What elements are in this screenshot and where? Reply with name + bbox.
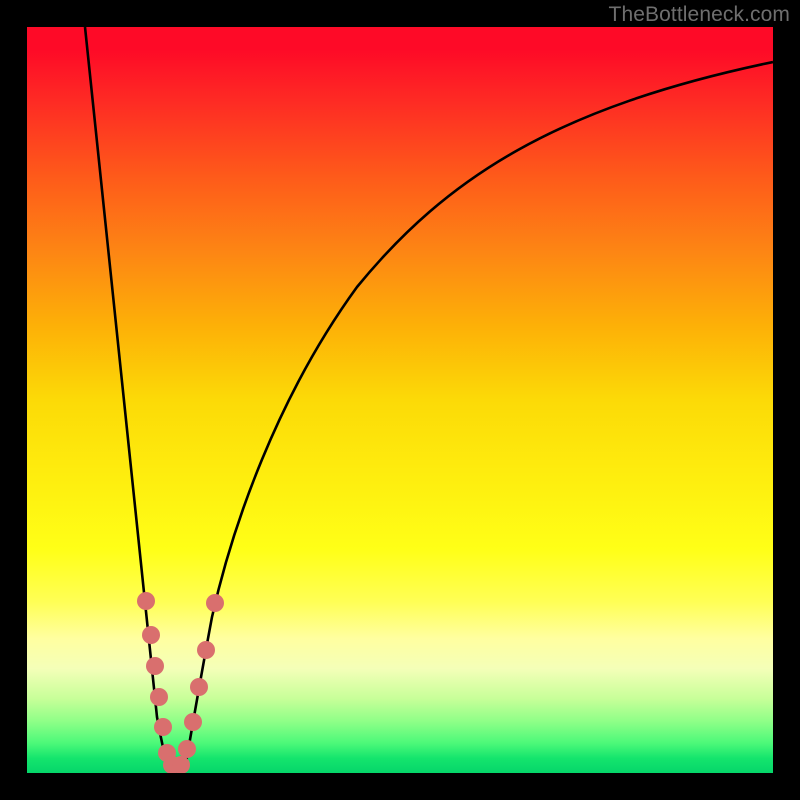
curve-marker: [142, 626, 160, 644]
curve-marker: [197, 641, 215, 659]
curve-marker: [178, 740, 196, 758]
plot-area: [27, 27, 773, 773]
curve-marker: [150, 688, 168, 706]
curve-marker: [206, 594, 224, 612]
curve-marker: [154, 718, 172, 736]
curve-marker: [137, 592, 155, 610]
chart-frame: TheBottleneck.com: [0, 0, 800, 800]
watermark-text: TheBottleneck.com: [609, 3, 790, 27]
right-curve: [184, 62, 773, 773]
curve-marker: [184, 713, 202, 731]
curve-marker: [146, 657, 164, 675]
curve-marker: [190, 678, 208, 696]
curves-layer: [27, 27, 773, 773]
